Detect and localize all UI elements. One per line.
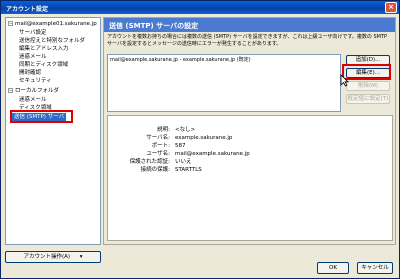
user-value: mail@example.sakurane.jp bbox=[175, 151, 250, 157]
account-actions-button[interactable]: アカウント操作(A) ▾ bbox=[5, 251, 101, 263]
auth-label: 保護された認証: bbox=[129, 159, 170, 165]
desc-value: <なし> bbox=[175, 127, 196, 133]
auth-value: いいえ bbox=[175, 159, 192, 165]
collapse-icon[interactable]: − bbox=[8, 88, 13, 93]
connection-value: STARTTLS bbox=[175, 167, 202, 173]
tree-item-account[interactable]: − mail@example01.sakurane.jp bbox=[8, 20, 97, 28]
server-details: 説明: <なし> サーバ名: example.sakurane.jp ポート: … bbox=[107, 115, 393, 241]
panel-description: アカウントを複数お持ちの場合には複数の送信 (SMTP) サーバを設定できますが… bbox=[107, 34, 388, 47]
panel-title: 送信 (SMTP) サーバの設定 bbox=[109, 22, 199, 30]
account-tree[interactable]: − mail@example01.sakurane.jp サーバ設定 送信控えと特… bbox=[5, 17, 101, 245]
connection-label: 接続の保護: bbox=[140, 167, 170, 173]
delete-button[interactable]: 削除(M) bbox=[346, 81, 390, 91]
set-default-button[interactable]: 既定値に設定(T) bbox=[346, 94, 390, 104]
collapse-icon[interactable]: − bbox=[8, 21, 13, 26]
port-label: ポート: bbox=[151, 143, 170, 149]
tree-item-composition[interactable]: 編集とアドレス入力 bbox=[19, 45, 69, 53]
list-item[interactable]: mail@example.sakurane.jp - example.sakur… bbox=[110, 57, 338, 64]
account-actions-label: アカウント操作(A) bbox=[23, 254, 71, 260]
cancel-button[interactable]: キャンセル bbox=[357, 262, 393, 274]
tree-item-receipts[interactable]: 開封確認 bbox=[19, 69, 41, 77]
title-bar[interactable]: アカウント設定 × bbox=[1, 1, 399, 14]
window-title: アカウント設定 bbox=[6, 6, 49, 13]
tree-item-label: mail@example01.sakurane.jp bbox=[15, 21, 97, 27]
smtp-highlight-box bbox=[10, 110, 73, 123]
ok-button[interactable]: OK bbox=[317, 262, 349, 274]
account-settings-window: アカウント設定 × − mail@example01.sakurane.jp サー… bbox=[0, 0, 400, 279]
tree-item-copies-folders[interactable]: 送信控えと特別なフォルダ bbox=[19, 37, 85, 45]
dropdown-arrow-icon: ▾ bbox=[79, 254, 83, 260]
tree-item-local-folders[interactable]: − ローカルフォルダ bbox=[8, 87, 59, 95]
tree-item-junk[interactable]: 迷惑メール bbox=[19, 53, 47, 61]
smtp-settings-panel: 送信 (SMTP) サーバの設定 アカウントを複数お持ちの場合には複数の送信 (… bbox=[103, 17, 396, 245]
close-button[interactable]: × bbox=[385, 2, 397, 13]
panel-header: 送信 (SMTP) サーバの設定 bbox=[104, 18, 395, 32]
desc-label: 説明: bbox=[157, 127, 170, 133]
edit-highlight-box bbox=[342, 64, 391, 80]
smtp-server-list[interactable]: mail@example.sakurane.jp - example.sakur… bbox=[107, 54, 341, 112]
tree-item-server-settings[interactable]: サーバ設定 bbox=[19, 29, 46, 37]
mouse-cursor-icon bbox=[340, 74, 349, 87]
tree-item-security[interactable]: セキュリティ bbox=[19, 77, 52, 85]
user-label: ユーザ名: bbox=[146, 151, 170, 157]
tree-item-label: ローカルフォルダ bbox=[15, 88, 60, 94]
port-value: 587 bbox=[175, 143, 186, 149]
server-label: サーバ名: bbox=[146, 135, 170, 141]
server-value: example.sakurane.jp bbox=[175, 135, 233, 141]
tree-item-local-junk[interactable]: 迷惑メール bbox=[19, 96, 47, 104]
tree-item-sync-disk[interactable]: 同期とディスク領域 bbox=[19, 61, 68, 69]
